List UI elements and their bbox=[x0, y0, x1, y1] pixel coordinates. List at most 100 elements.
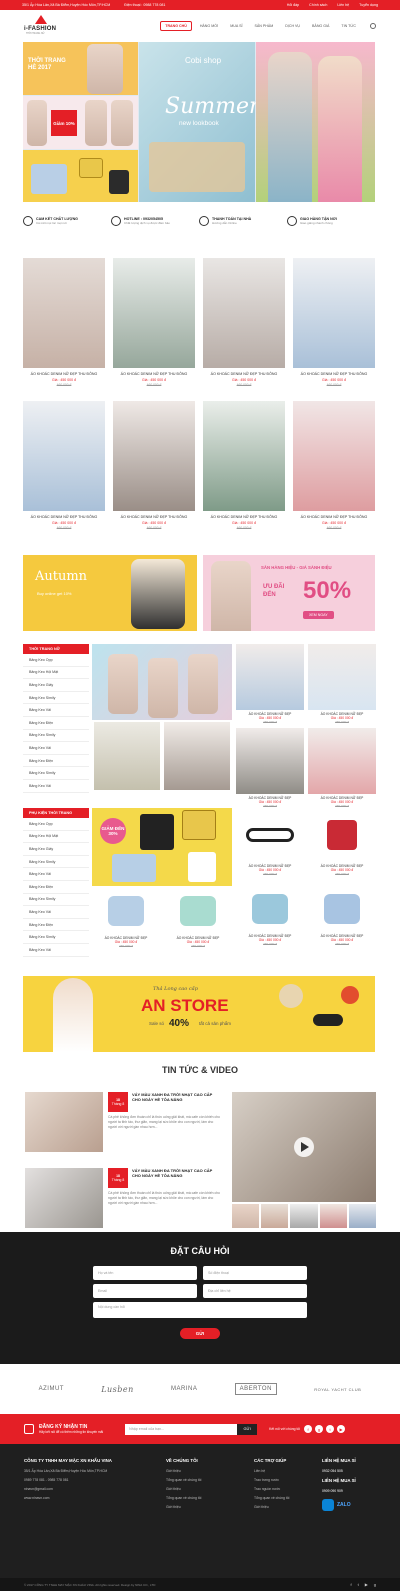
video-thumbnail[interactable] bbox=[290, 1204, 318, 1228]
link-faq[interactable]: Hỏi đáp bbox=[287, 3, 299, 7]
facebook-icon[interactable]: f bbox=[350, 1582, 351, 1587]
category-women-banner[interactable] bbox=[92, 644, 232, 792]
news-item[interactable]: 18 Tháng 8 VÁY MÀU XANH ĐA TRỜI NHẠT CAO … bbox=[25, 1168, 221, 1228]
footer-link[interactable]: Giới thiệu bbox=[166, 1469, 236, 1473]
category-item[interactable]: Băng Keo Vải bbox=[23, 780, 89, 793]
small-product-card[interactable]: ÁO KHOÁC DENIM NỮ ĐẸP Giá : 450 000 đ 460 … bbox=[164, 888, 232, 962]
facebook-icon[interactable]: f bbox=[304, 1425, 313, 1433]
zalo-icon[interactable] bbox=[322, 1499, 334, 1511]
nav-services[interactable]: DỊCH VỤ bbox=[281, 22, 304, 30]
logo[interactable]: i-FASHION THỜI TRANG NỮ bbox=[24, 15, 58, 37]
zalo-label[interactable]: ZALO bbox=[337, 1502, 351, 1508]
brand-logo[interactable]: MARINA bbox=[171, 1386, 197, 1392]
category-item[interactable]: Băng Keo Điện bbox=[23, 755, 89, 768]
small-product-card[interactable]: ÁO KHOÁC DENIM NỮ ĐẸP Giá : 450 000 đ 460 … bbox=[308, 728, 376, 808]
search-icon[interactable] bbox=[370, 23, 376, 29]
category-item[interactable]: Băng Keo Vải bbox=[23, 868, 89, 881]
google-plus-icon[interactable]: g bbox=[374, 1582, 376, 1587]
category-item[interactable]: Băng Keo Hội Mật bbox=[23, 667, 89, 680]
product-card[interactable]: ÁO KHOÁC DENIM NỮ ĐẸP THU ĐÔNG Giá : 450 … bbox=[23, 258, 105, 387]
product-card[interactable]: ÁO KHOÁC DENIM NỮ ĐẸP THU ĐÔNG Giá : 450 … bbox=[113, 401, 195, 530]
video-thumbnail[interactable] bbox=[261, 1204, 289, 1228]
small-product-card[interactable]: ÁO KHOÁC DENIM NỮ ĐẸP Giá : 450 000 đ 460 … bbox=[92, 888, 160, 962]
video-thumbnail[interactable] bbox=[348, 1204, 377, 1228]
product-card[interactable]: ÁO KHOÁC DENIM NỮ ĐẸP THU ĐÔNG Giá : 450 … bbox=[293, 401, 375, 530]
small-product-card[interactable]: ÁO KHOÁC DENIM NỮ ĐẸP Giá : 450 000 đ 460 … bbox=[308, 644, 376, 724]
video-thumbnail[interactable] bbox=[232, 1204, 260, 1228]
link-policy[interactable]: Chính sách bbox=[309, 3, 327, 7]
nav-pricing[interactable]: BẢNG GIÁ bbox=[308, 22, 333, 30]
small-product-card[interactable]: ÁO KHOÁC DENIM NỮ ĐẸP Giá : 450 000 đ 460 … bbox=[236, 808, 304, 876]
nav-news[interactable]: TIN TỨC bbox=[337, 22, 360, 30]
small-product-card[interactable]: ÁO KHOÁC DENIM NỮ ĐẸP Giá : 450 000 đ 460 … bbox=[308, 886, 376, 946]
nav-home[interactable]: TRANG CHỦ bbox=[160, 21, 192, 31]
newsletter-submit-button[interactable]: GỬI bbox=[237, 1423, 258, 1435]
small-product-card[interactable]: ÁO KHOÁC DENIM NỮ ĐẸP Giá : 450 000 đ 460 … bbox=[308, 808, 376, 876]
nav-wholesale[interactable]: MUA SỈ bbox=[226, 22, 246, 30]
link-recruit[interactable]: Tuyển dụng bbox=[359, 3, 378, 7]
google-plus-icon[interactable]: g bbox=[315, 1425, 324, 1433]
youtube-icon[interactable]: ▶ bbox=[365, 1582, 368, 1587]
nav-new[interactable]: HÀNG MỚI bbox=[196, 22, 222, 30]
brand-logo[interactable]: ROYAL YACHT CLUB bbox=[314, 1387, 361, 1392]
email-input[interactable]: Email bbox=[93, 1284, 197, 1298]
small-product-card[interactable]: ÁO KHOÁC DENIM NỮ ĐẸP Giá : 450 000 đ 460 … bbox=[236, 644, 304, 724]
youtube-icon[interactable]: ▶ bbox=[337, 1425, 346, 1433]
question-textarea[interactable]: Nội dung cần hỏi bbox=[93, 1302, 307, 1318]
category-item[interactable]: Băng Keo Opp bbox=[23, 818, 89, 831]
category-item[interactable]: Băng Keo Điện bbox=[23, 881, 89, 894]
category-item[interactable]: Băng Keo Simily bbox=[23, 931, 89, 944]
footer-website[interactable]: www.ninavn.com bbox=[24, 1496, 144, 1500]
category-item[interactable]: Băng Keo Vải bbox=[23, 742, 89, 755]
category-item[interactable]: Băng Keo Vải bbox=[23, 704, 89, 717]
brand-logo[interactable]: Lusben bbox=[101, 1385, 134, 1394]
product-card[interactable]: ÁO KHOÁC DENIM NỮ ĐẸP THU ĐÔNG Giá : 450 … bbox=[23, 401, 105, 530]
small-product-card[interactable]: ÁO KHOÁC DENIM NỮ ĐẸP Giá : 450 000 đ 460 … bbox=[236, 886, 304, 946]
category-item[interactable]: Băng Keo Vải bbox=[23, 906, 89, 919]
category-item[interactable]: Băng Keo Điện bbox=[23, 919, 89, 932]
name-input[interactable]: Họ và tên bbox=[93, 1266, 197, 1280]
submit-button[interactable]: GỬI bbox=[180, 1328, 220, 1339]
category-item[interactable]: Băng Keo Simily bbox=[23, 894, 89, 907]
link-contact[interactable]: Liên hệ bbox=[337, 3, 349, 7]
newsletter-email-input[interactable]: Nhập email của bạn... bbox=[125, 1423, 238, 1435]
product-card[interactable]: ÁO KHOÁC DENIM NỮ ĐẸP THU ĐÔNG Giá : 450 … bbox=[203, 401, 285, 530]
play-icon[interactable] bbox=[294, 1137, 314, 1157]
footer-link[interactable]: Tổng quan về chúng tôi bbox=[254, 1496, 314, 1500]
category-item[interactable]: Băng Keo Giấy bbox=[23, 843, 89, 856]
category-item[interactable]: Băng Keo Simily bbox=[23, 856, 89, 869]
product-card[interactable]: ÁO KHOÁC DENIM NỮ ĐẸP THU ĐÔNG Giá : 450 … bbox=[203, 258, 285, 387]
video-thumbnail[interactable] bbox=[319, 1204, 347, 1228]
footer-link[interactable]: Giới thiệu bbox=[254, 1505, 314, 1509]
footer-link[interactable]: Giới thiệu bbox=[166, 1505, 236, 1509]
category-item[interactable]: Băng Keo Simily bbox=[23, 692, 89, 705]
footer-link[interactable]: Trao nguồn nước bbox=[254, 1487, 314, 1491]
category-item[interactable]: Băng Keo Simily bbox=[23, 767, 89, 780]
nav-products[interactable]: SẢN PHẨM bbox=[250, 22, 277, 30]
news-item[interactable]: 18 Tháng 8 VÁY MÀU XANH ĐA TRỜI NHẠT CAO … bbox=[25, 1092, 221, 1152]
twitter-icon[interactable]: t bbox=[358, 1582, 359, 1587]
autumn-banner[interactable]: Autumn Buy online get 10% bbox=[23, 555, 197, 631]
footer-link[interactable]: Trao trưng nước bbox=[254, 1478, 314, 1482]
category-item[interactable]: Băng Keo Giấy bbox=[23, 679, 89, 692]
twitter-icon[interactable]: t bbox=[326, 1425, 335, 1433]
category-item[interactable]: Băng Keo Simily bbox=[23, 730, 89, 743]
category-item[interactable]: Băng Keo Opp bbox=[23, 654, 89, 667]
brand-logo[interactable]: ABERTON bbox=[234, 1383, 277, 1395]
brand-logo[interactable]: AZIMUT bbox=[39, 1386, 64, 1392]
store-banner[interactable]: Thả Long cao cấp AN STORE Sale só 40% tấ… bbox=[23, 976, 375, 1052]
footer-link[interactable]: Giới thiệu bbox=[166, 1487, 236, 1491]
product-card[interactable]: ÁO KHOÁC DENIM NỮ ĐẸP THU ĐÔNG Giá : 450 … bbox=[113, 258, 195, 387]
video-player[interactable] bbox=[232, 1092, 376, 1202]
footer-email[interactable]: ninavn@gmail.com bbox=[24, 1487, 144, 1491]
category-item[interactable]: Băng Keo Điện bbox=[23, 717, 89, 730]
category-item[interactable]: Băng Keo Hội Mật bbox=[23, 831, 89, 844]
category-accessories-banner[interactable]: GIẢM ĐẾN 30% bbox=[92, 808, 232, 886]
category-item[interactable]: Băng Keo Vải bbox=[23, 944, 89, 957]
sale-banner[interactable]: SĂN HÀNG HIỆU - GIÁ SÀNH ĐIỆU ƯU ĐÃI ĐẾN… bbox=[203, 555, 375, 631]
footer-link[interactable]: Liên hệ bbox=[254, 1469, 314, 1473]
sale-button[interactable]: XEM NGAY bbox=[303, 611, 334, 619]
hero-banner[interactable]: THỜI TRANG HÈ 2017 Giảm 10% Cobi shop Su… bbox=[23, 42, 375, 202]
address-input[interactable]: Địa chỉ liên hệ bbox=[203, 1284, 307, 1298]
footer-link[interactable]: Tổng quan về chúng tôi bbox=[166, 1496, 236, 1500]
